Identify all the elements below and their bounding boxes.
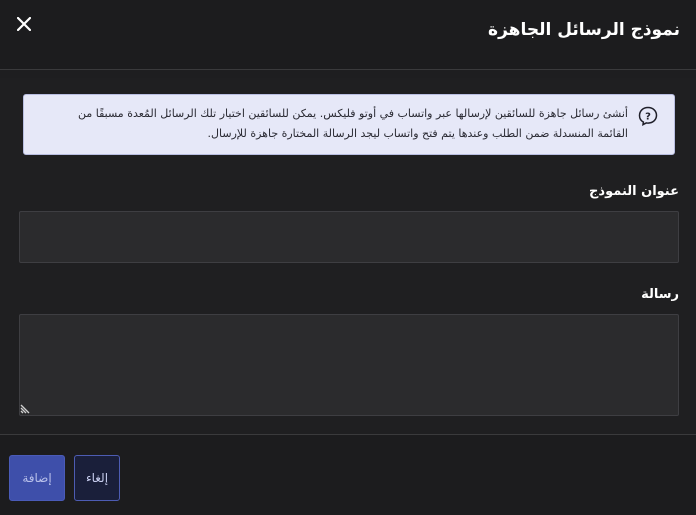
template-name-label: عنوان النموذج — [589, 184, 679, 199]
close-button[interactable] — [12, 12, 36, 36]
template-name-input[interactable] — [19, 211, 679, 263]
info-banner: ? أنشئ رسائل جاهزة للسائقين لإرسالها عبر… — [23, 94, 675, 155]
resize-handle-icon[interactable] — [20, 402, 32, 414]
message-label: رسالة — [641, 287, 679, 302]
cancel-button[interactable]: إلغاء — [74, 455, 120, 501]
add-button[interactable]: إضافة — [9, 455, 65, 501]
dialog-title: نموذج الرسائل الجاهزة — [488, 20, 680, 40]
info-text: أنشئ رسائل جاهزة للسائقين لإرسالها عبر و… — [78, 107, 628, 140]
message-textarea[interactable] — [19, 314, 679, 416]
svg-text:?: ? — [645, 112, 651, 123]
close-icon — [17, 17, 31, 31]
question-icon: ? — [638, 106, 658, 126]
